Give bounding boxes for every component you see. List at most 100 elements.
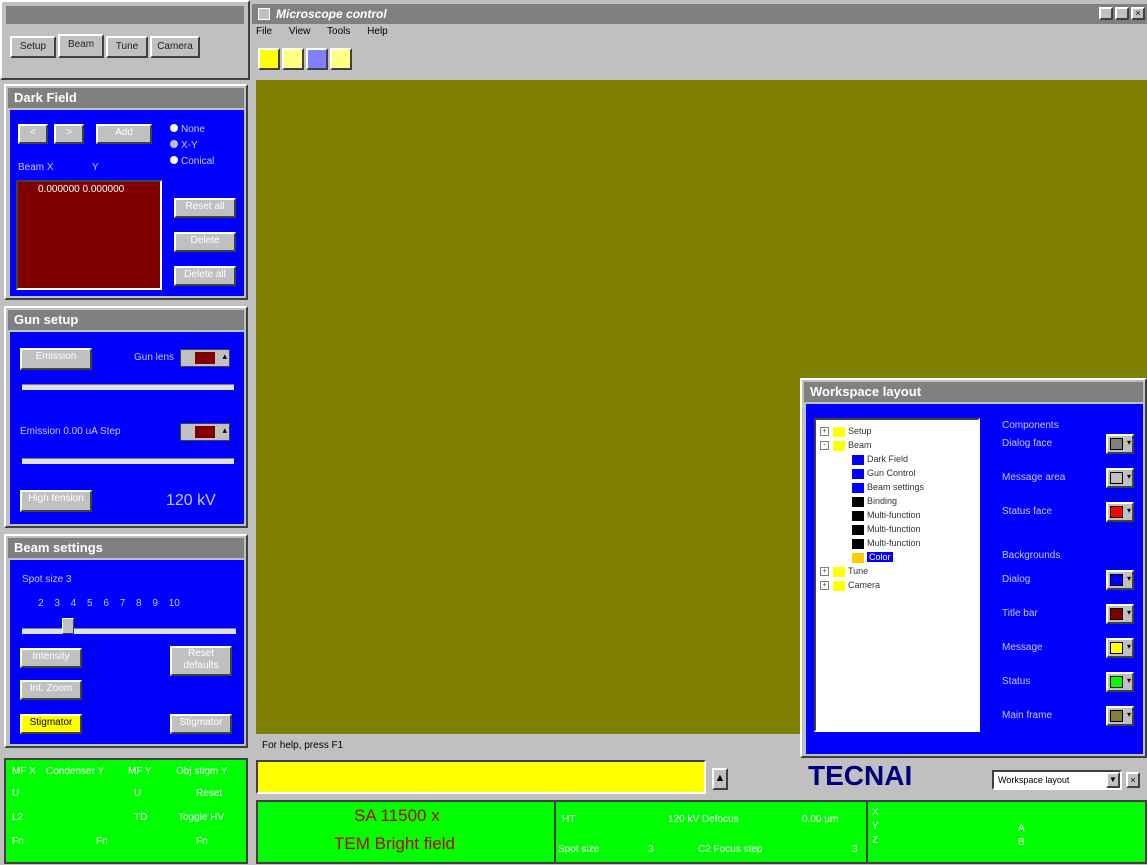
- gun-lens-slider[interactable]: [22, 384, 234, 390]
- emission-button[interactable]: Emission: [20, 348, 92, 370]
- toolbar-tool-2-icon[interactable]: [282, 48, 304, 70]
- minimize-icon[interactable]: [1099, 7, 1113, 20]
- menu-bar: File View Tools Help: [256, 26, 388, 42]
- bottom-status: SA 11500 x TEM Bright field HT 120 kV De…: [256, 800, 1147, 864]
- chevron-down-icon: ▾: [1126, 642, 1131, 651]
- intensity-button[interactable]: Intensity: [20, 648, 82, 668]
- folder-icon: [833, 440, 845, 451]
- message-area[interactable]: [256, 760, 706, 794]
- expand-icon[interactable]: +: [820, 581, 829, 591]
- chevron-down-icon[interactable]: ▼: [1106, 772, 1120, 788]
- prev-button[interactable]: <: [18, 124, 48, 144]
- tab-tune[interactable]: Tune: [106, 36, 148, 58]
- next-button[interactable]: >: [54, 124, 84, 144]
- workspace-tree[interactable]: + Setup - Beam Dark Field Gun Control Beam set…: [814, 418, 980, 732]
- high-tension-button[interactable]: High tension: [20, 490, 92, 512]
- radio-xy-label: X-Y: [181, 140, 198, 151]
- tree-item-label: Multi-function: [867, 538, 921, 548]
- dark-field-body: < > Add None X-Y Conical Beam X Y 0.0000…: [10, 110, 244, 296]
- close-icon[interactable]: ×: [1131, 7, 1145, 20]
- expand-icon[interactable]: +: [820, 427, 829, 437]
- dark-field-title: Dark Field: [8, 88, 244, 108]
- page-icon: [852, 468, 864, 479]
- menu-help[interactable]: Help: [367, 26, 388, 37]
- collapse-icon[interactable]: -: [820, 441, 829, 451]
- radio-xy[interactable]: X-Y: [170, 140, 198, 151]
- tree-item[interactable]: Multi-function: [852, 538, 921, 549]
- delete-all-button[interactable]: Delete all: [174, 266, 236, 286]
- tree-item-label: Binding: [867, 496, 898, 506]
- tree-item-label: Beam: [848, 440, 872, 450]
- section-components: Components: [1002, 420, 1059, 431]
- emission-step-stepper[interactable]: ▴: [180, 423, 230, 441]
- maximize-icon[interactable]: [1115, 7, 1129, 20]
- ab-axis-label: A B: [1018, 823, 1025, 848]
- color-row-label: Status: [1002, 676, 1031, 687]
- radio-none[interactable]: None: [170, 124, 205, 135]
- tree-item[interactable]: + Camera: [820, 580, 880, 591]
- toolbar-tool-1-icon[interactable]: [258, 48, 280, 70]
- fill-icon: [852, 510, 864, 521]
- stigmator-left-button[interactable]: Stigmator: [20, 714, 82, 734]
- tree-item[interactable]: + Setup: [820, 426, 872, 437]
- toolbar-tool-4-icon[interactable]: [330, 48, 352, 70]
- color-picker-button[interactable]: ▾: [1106, 570, 1134, 590]
- color-picker-button[interactable]: ▾: [1106, 502, 1134, 522]
- tilt-list-row[interactable]: 0.000000 0.000000: [38, 184, 124, 195]
- tree-item[interactable]: Beam settings: [852, 482, 924, 493]
- reset-defaults-button[interactable]: Reset defaults: [170, 646, 232, 676]
- color-picker-button[interactable]: ▾: [1106, 638, 1134, 658]
- mf-y-label: MF Y: [128, 766, 152, 777]
- tab-row: Setup Beam Tune Camera: [10, 34, 240, 58]
- emission-slider[interactable]: [22, 458, 234, 464]
- menu-view[interactable]: View: [289, 26, 311, 37]
- gun-setup-body: Emission Gun lens ▴ Emission 0.00 uA Ste…: [10, 332, 244, 524]
- tree-item[interactable]: Dark Field: [852, 454, 908, 465]
- menu-file[interactable]: File: [256, 26, 272, 37]
- color-picker-button[interactable]: ▾: [1106, 604, 1134, 624]
- tree-item[interactable]: Gun Control: [852, 468, 916, 479]
- tree-item[interactable]: - Beam: [820, 440, 872, 451]
- workspace-dropdown[interactable]: Workspace layout ▼: [992, 770, 1122, 790]
- color-picker-button[interactable]: ▾: [1106, 706, 1134, 726]
- color-picker-button[interactable]: ▾: [1106, 468, 1134, 488]
- radio-conical[interactable]: Conical: [170, 156, 214, 167]
- chevron-down-icon: ▾: [1126, 608, 1131, 617]
- menu-tools[interactable]: Tools: [327, 26, 350, 37]
- close-panel-icon[interactable]: ×: [1126, 772, 1140, 788]
- radio-xy-icon: [170, 140, 178, 148]
- tree-item[interactable]: + Tune: [820, 566, 868, 577]
- toolbar-tool-3-icon[interactable]: [306, 48, 328, 70]
- tab-camera[interactable]: Camera: [150, 36, 200, 58]
- color-picker-button[interactable]: ▾: [1106, 434, 1134, 454]
- spin-icon: ▴: [222, 425, 227, 435]
- tab-beam[interactable]: Beam: [58, 34, 104, 58]
- color-swatch: [1110, 608, 1123, 620]
- stigmator-right-button[interactable]: Stigmator: [170, 714, 232, 734]
- spot-size-slider[interactable]: [22, 628, 236, 634]
- expand-icon[interactable]: +: [820, 567, 829, 577]
- ht-value: 120 kV Defocus: [668, 814, 739, 825]
- tree-item[interactable]: Color: [852, 552, 893, 563]
- scroll-up-icon[interactable]: ▲: [712, 768, 728, 790]
- color-picker-button[interactable]: ▾: [1106, 672, 1134, 692]
- reset-all-button[interactable]: Reset all: [174, 198, 236, 218]
- divider-2: [866, 802, 868, 862]
- tree-item[interactable]: Binding: [852, 496, 897, 507]
- tree-item[interactable]: Multi-function: [852, 510, 921, 521]
- add-button[interactable]: Add: [96, 124, 152, 144]
- condenser-y-label: Condenser Y: [46, 766, 105, 777]
- tab-setup[interactable]: Setup: [10, 36, 56, 58]
- tree-item[interactable]: Multi-function: [852, 524, 921, 535]
- app-icon: [258, 8, 270, 20]
- workspace-dropdown-value: Workspace layout: [998, 775, 1070, 785]
- delete-button[interactable]: Delete: [174, 232, 236, 252]
- u-mid-label: U: [134, 788, 142, 799]
- slider-thumb-icon[interactable]: [62, 618, 74, 634]
- tree-item-label: Camera: [848, 580, 881, 590]
- tilt-list[interactable]: 0.000000 0.000000: [16, 180, 162, 290]
- gun-lens-stepper[interactable]: ▴: [180, 349, 230, 367]
- reset-label: Reset: [196, 788, 223, 799]
- int-zoom-button[interactable]: Int. Zoom: [20, 680, 82, 700]
- folder-icon: [833, 426, 845, 437]
